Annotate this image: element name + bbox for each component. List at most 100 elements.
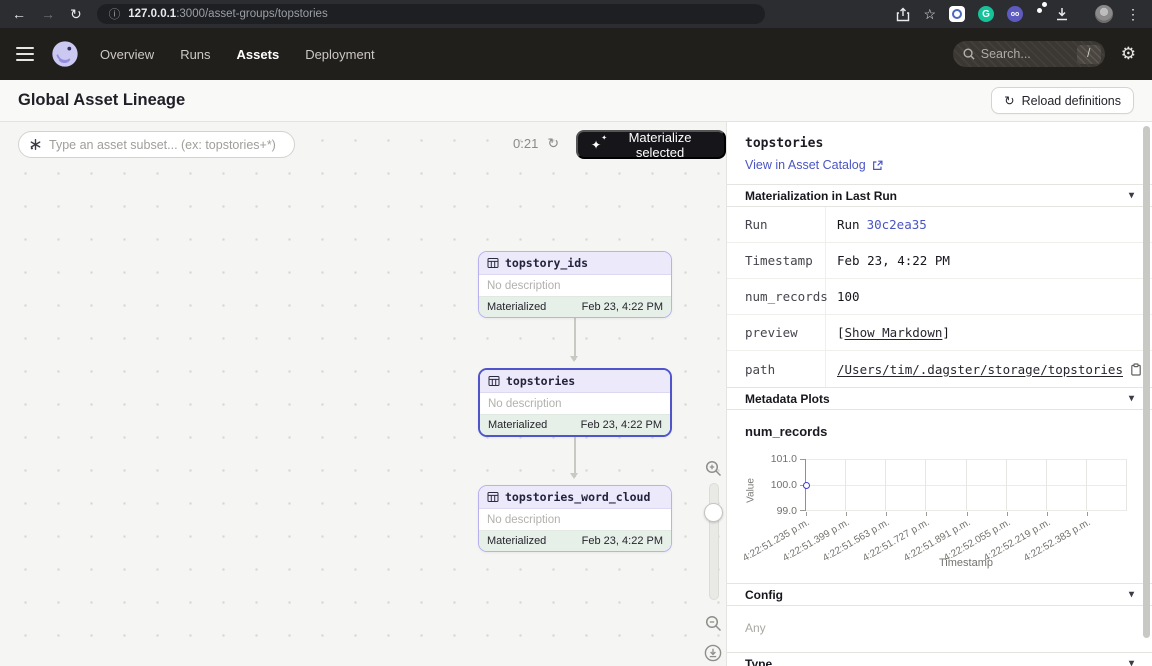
chevron-down-icon: ▾ [1129,658,1134,666]
page-title: Global Asset Lineage [18,91,185,110]
global-search-input[interactable]: Search... / [953,41,1105,67]
materialize-icon: ✦✦ [591,139,601,151]
graph-timer: 0:21 ↻ [513,135,559,152]
nav-item-assets[interactable]: Assets [237,47,280,62]
url-text: 127.0.0.1:3000/asset-groups/topstories [128,8,327,20]
zoom-reset-icon[interactable] [704,644,722,662]
x-axis-title: Timestamp [805,557,1127,569]
asset-node-description: No description [479,275,671,296]
asset-node-title: topstories_word_cloud [505,490,650,504]
asset-node-topstories[interactable]: topstories No description Materialized F… [478,368,672,437]
zoom-in-icon[interactable] [705,460,722,477]
profile-avatar[interactable] [1095,5,1113,23]
password-manager-extension-icon[interactable] [949,6,965,22]
asset-node-topstory_ids[interactable]: topstory_ids No description Materialized… [478,251,672,318]
materialize-selected-button[interactable]: ✦✦ Materialize selected [576,130,726,159]
browser-toolbar: ← → ↻ ⓘ 127.0.0.1:3000/asset-groups/tops… [0,0,1152,28]
address-bar[interactable]: ⓘ 127.0.0.1:3000/asset-groups/topstories [97,4,765,24]
section-header-metadata-plots[interactable]: Metadata Plots ▾ [727,387,1152,410]
table-icon [488,375,500,387]
asset-node-status: Materialized [488,419,547,431]
extensions-puzzle-icon[interactable] [1036,5,1042,23]
panel-scrollbar[interactable] [1143,126,1150,638]
show-markdown-link[interactable]: Show Markdown [845,325,943,340]
asset-node-title: topstory_ids [505,256,588,270]
run-id-link[interactable]: 30c2ea35 [867,217,927,232]
asset-node-status: Materialized [487,301,546,313]
hamburger-menu-icon[interactable] [16,47,34,62]
copy-icon[interactable] [1130,363,1142,376]
gear-icon[interactable]: ⚙ [1121,44,1136,64]
view-in-asset-catalog-link[interactable]: View in Asset Catalog [745,158,883,172]
section-header-config[interactable]: Config ▾ [727,583,1152,606]
url-host: 127.0.0.1 [128,8,176,20]
chevron-down-icon: ▾ [1129,393,1134,404]
config-value: Any [727,606,1152,652]
row-label: num_records [727,279,826,314]
asset-node-timestamp: Feb 23, 4:22 PM [582,301,663,313]
url-path: :3000/asset-groups/topstories [176,8,328,20]
external-link-icon [872,160,883,171]
table-icon [487,257,499,269]
metadata-plot: num_records Value 101.0100.099.0 4:22:51… [727,410,1152,583]
download-icon[interactable] [1055,7,1069,21]
timer-refresh-icon[interactable]: ↻ [547,135,559,152]
asset-node-status: Materialized [487,535,546,547]
chevron-down-icon: ▾ [1129,589,1134,600]
search-icon [963,48,975,60]
reload-icon: ↻ [1004,93,1014,108]
app-navbar: Overview Runs Assets Deployment Search..… [0,28,1152,80]
asset-graph-canvas[interactable]: 0:21 ↻ ✦✦ Materialize selected topstory_… [0,122,726,666]
nav-item-deployment[interactable]: Deployment [305,47,374,62]
table-row: num_records 100 [727,279,1152,315]
zoom-slider-track[interactable] [709,483,719,600]
reload-definitions-button[interactable]: ↻ Reload definitions [991,87,1134,114]
row-value: 100 [826,279,1152,314]
dagster-logo[interactable] [50,39,80,69]
browser-back-icon[interactable]: ← [12,7,26,21]
asset-node-description: No description [479,509,671,530]
y-tick-labels: 101.0100.099.0 [759,459,805,511]
browser-forward-icon[interactable]: → [41,7,55,21]
asset-node-description: No description [480,393,670,414]
panel-asset-name: topstories [745,136,1134,151]
browser-reload-icon[interactable]: ↻ [70,7,82,21]
chart-data-point [803,482,810,489]
edge-topstory_ids-topstories [574,316,576,360]
section-header-materialization[interactable]: Materialization in Last Run ▾ [727,184,1152,207]
table-row: Timestamp Feb 23, 4:22 PM [727,243,1152,279]
share-icon[interactable] [896,7,910,22]
asset-detail-panel: topstories View in Asset Catalog Materia… [726,122,1152,666]
asset-filter-field[interactable] [18,131,295,158]
chart-plot-area: 4:22:51.235 p.m.4:22:51.399 p.m.4:22:51.… [805,459,1127,511]
nav-item-overview[interactable]: Overview [100,47,154,62]
zoom-slider-handle[interactable] [704,503,723,522]
grammarly-extension-icon[interactable]: G [978,6,994,22]
nav-links: Overview Runs Assets Deployment [100,47,375,62]
num-records-chart: Value 101.0100.099.0 4:22:51.235 p.m.4:2… [745,459,1146,511]
bookmark-star-icon[interactable]: ☆ [923,7,936,21]
row-value: Feb 23, 4:22 PM [826,243,1152,278]
glasses-extension-icon[interactable]: oo [1007,6,1023,22]
search-shortcut-badge: / [1077,45,1101,64]
table-row: preview [Show Markdown] [727,315,1152,351]
table-row: path /Users/tim/.dagster/storage/topstor… [727,351,1152,387]
page-header: Global Asset Lineage ↻ Reload definition… [0,80,1152,122]
table-row: Run Run30c2ea35 [727,207,1152,243]
asset-filter-input[interactable] [49,138,284,152]
asset-node-title: topstories [506,374,575,388]
row-label: preview [727,315,826,350]
x-tick-labels: 4:22:51.235 p.m.4:22:51.399 p.m.4:22:51.… [806,511,1127,557]
table-icon [487,491,499,503]
chevron-down-icon: ▾ [1129,190,1134,201]
site-info-icon[interactable]: ⓘ [109,6,121,22]
row-label: Timestamp [727,243,826,278]
path-link[interactable]: /Users/tim/.dagster/storage/topstories [837,362,1123,377]
nav-item-runs[interactable]: Runs [180,47,210,62]
zoom-out-icon[interactable] [705,615,722,632]
asset-node-topstories_word_cloud[interactable]: topstories_word_cloud No description Mat… [478,485,672,552]
edge-topstories-word_cloud [574,433,576,477]
section-header-type[interactable]: Type ▾ [727,652,1152,666]
plot-title: num_records [745,424,1146,439]
browser-menu-icon[interactable]: ⋮ [1126,7,1140,21]
